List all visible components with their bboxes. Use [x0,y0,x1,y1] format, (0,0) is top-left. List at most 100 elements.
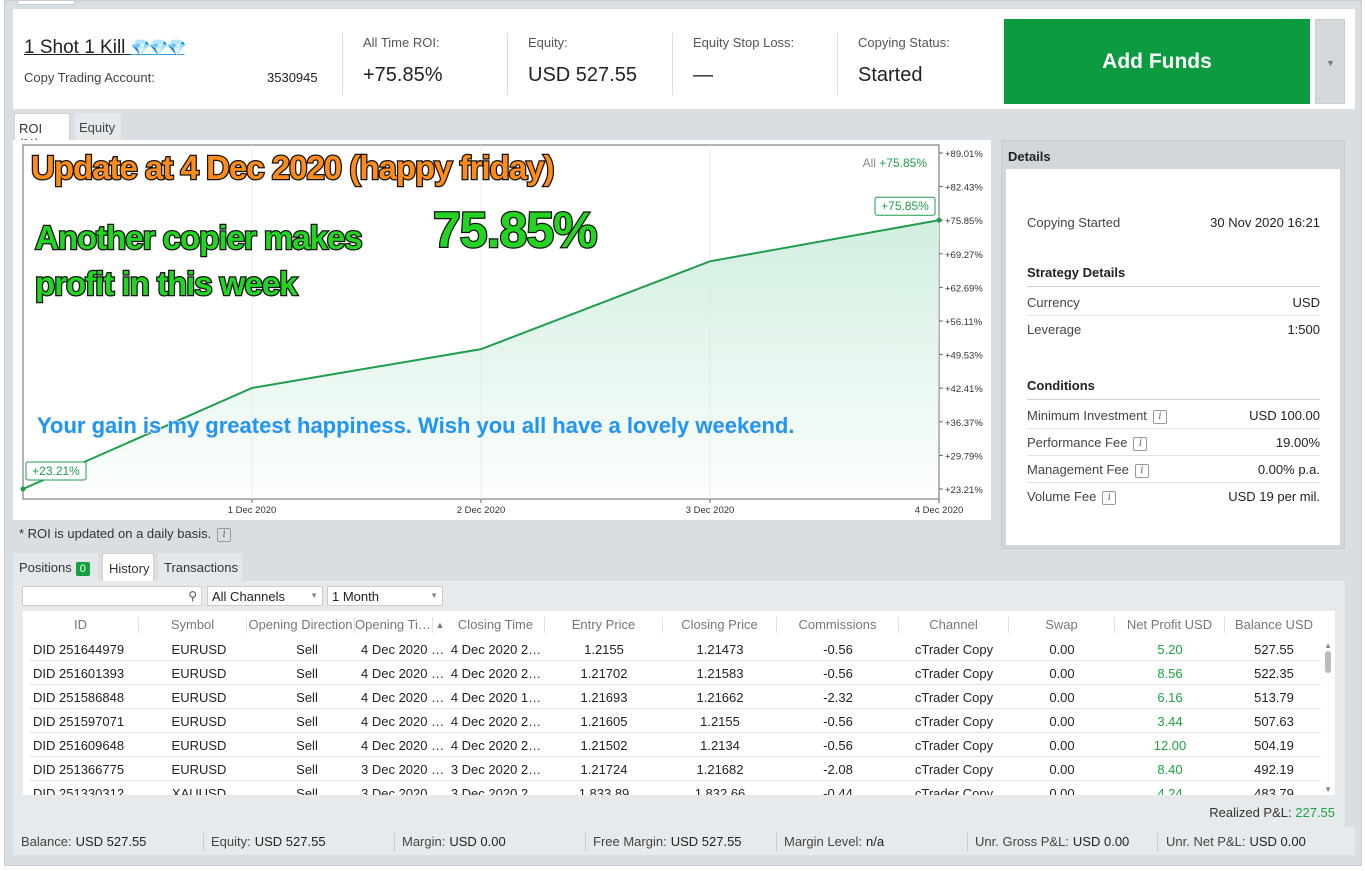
add-funds-button[interactable]: Add Funds [1004,19,1310,104]
footer-free-margin: Free Margin: USD 527.55 [593,834,742,849]
cell-symbol: XAUUSD [171,786,227,795]
conditions-heading: Conditions [1027,378,1320,400]
cell-channel: cTrader Copy [914,642,994,657]
cell-entry-price: 1.21724 [580,762,628,777]
stat-stop-loss-value: — [693,64,713,86]
chevron-down-icon: ▼ [430,591,438,600]
table-row[interactable]: DID 251597071 EURUSD Sell 4 Dec 2020 1… 4 De… [29,709,1321,733]
info-icon[interactable]: i [1152,409,1167,424]
add-funds-dropdown[interactable]: ▼ [1315,19,1345,104]
search-input[interactable]: ⚲ [22,586,202,606]
table-row[interactable]: DID 251601393 EURUSD Sell 4 Dec 2020 2… 4 De… [29,661,1321,685]
col-commissions[interactable]: Commissions [777,617,899,633]
cell-swap: 0.00 [1049,738,1075,753]
scroll-down-icon[interactable]: ▼ [1324,785,1332,794]
col-swap[interactable]: Swap [1009,617,1115,633]
table-scrollbar[interactable] [1325,641,1331,791]
footer-balance: Balance: USD 527.55 [21,834,146,849]
cell-balance: 527.55 [1254,642,1294,657]
detail-min-investment: Minimum Investment i USD 100.00 [1027,402,1320,429]
cell-symbol: EURUSD [171,714,227,729]
cell-net-profit: 4.24 [1157,786,1183,795]
cell-balance: 513.79 [1254,690,1294,705]
col-channel[interactable]: Channel [899,617,1009,633]
detail-label: Copying Started [1027,215,1121,230]
footer-label: Unr. Gross P&L: [975,834,1069,849]
col-entry-price[interactable]: Entry Price [545,617,663,633]
cell-swap: 0.00 [1049,690,1075,705]
detail-value: 19.00% [1275,435,1320,450]
col-closing-time[interactable]: Closing Time [447,617,545,633]
detail-label: Management Fee [1027,462,1129,477]
footer-value: USD 527.55 [75,834,147,849]
realized-pnl-label: Realized P&L: [1209,805,1292,820]
cell-symbol: EURUSD [171,666,227,681]
details-title: Details [1008,149,1051,164]
copy-trading-window: 1 Shot 1 Kill 💎💎💎 Copy Trading Account: … [4,0,1362,866]
footer-divider [394,833,395,851]
tab-positions-label: Positions [19,560,72,575]
col-id[interactable]: ID [23,617,139,633]
tab-roi[interactable]: ROI (%) [14,113,70,151]
y-tick-label: +75.85% [945,216,983,227]
overlay-profit-text: profit in this week [34,264,299,304]
col-net-profit[interactable]: Net Profit USD [1115,617,1225,633]
cell-swap: 0.00 [1049,786,1075,795]
footer-unr-gross: Unr. Gross P&L: USD 0.00 [975,834,1129,849]
top-tab-stub[interactable] [17,1,75,5]
table-row[interactable]: DID 251644979 EURUSD Sell 4 Dec 2020 2… 4 De… [29,637,1321,661]
footer-margin-level: Margin Level: n/a [784,834,884,849]
cell-direction: Sell [296,738,318,753]
cell-entry-price: 1.21702 [580,666,628,681]
footer-label: Unr. Net P&L: [1166,834,1246,849]
account-number: 3530945 [267,70,318,85]
tab-transactions[interactable]: Transactions [158,553,242,581]
account-name[interactable]: 1 Shot 1 Kill [24,37,125,58]
col-opening-time[interactable]: Opening Time [355,617,433,633]
cell-commissions: -2.32 [823,690,853,705]
col-opening-direction[interactable]: Opening Direction [247,617,355,633]
overlay-big-percent: 75.85% [432,201,599,260]
tab-history[interactable]: History [102,553,154,581]
info-icon[interactable]: i [1134,463,1149,478]
history-table: ID Symbol Opening Direction Opening Time… [23,611,1335,795]
details-panel: Details Copying Started 30 Nov 2020 16:21… [1001,140,1345,549]
cell-direction: Sell [296,666,318,681]
cell-id: DID 251601393 [33,666,125,681]
tab-equity[interactable]: Equity [75,113,121,140]
table-row[interactable]: DID 251609648 EURUSD Sell 4 Dec 2020 1… 4 De… [29,733,1321,757]
channel-select[interactable]: All Channels ▼ [207,586,323,606]
cell-channel: cTrader Copy [914,738,994,753]
cell-opening-time: 3 Dec 2020 2… [361,786,447,795]
cell-opening-time: 3 Dec 2020 2… [361,762,447,777]
cell-direction: Sell [296,690,318,705]
info-icon[interactable]: i [217,527,232,542]
cell-id: DID 251644979 [33,642,125,657]
cell-balance: 492.19 [1254,762,1294,777]
col-symbol[interactable]: Symbol [139,617,247,633]
info-icon[interactable]: i [1102,490,1117,505]
cell-opening-time: 4 Dec 2020 1… [361,738,447,753]
period-select[interactable]: 1 Month ▼ [327,586,443,606]
tab-positions[interactable]: Positions 0 [13,553,98,581]
info-icon[interactable]: i [1133,436,1148,451]
cell-swap: 0.00 [1049,714,1075,729]
detail-copying-started: Copying Started 30 Nov 2020 16:21 [1027,209,1320,236]
col-closing-price[interactable]: Closing Price [663,617,777,633]
detail-value: 30 Nov 2020 16:21 [1210,215,1320,230]
scrollbar-thumb[interactable] [1325,651,1331,673]
table-row[interactable]: DID 251366775 EURUSD Sell 3 Dec 2020 2… 3 De… [29,757,1321,781]
account-name-link[interactable]: 1 Shot 1 Kill 💎💎💎 [24,37,186,59]
detail-value: 1:500 [1287,322,1320,337]
cell-channel: cTrader Copy [914,786,994,795]
x-tick-label: 1 Dec 2020 [228,505,277,516]
sort-asc-icon[interactable]: ▲ [433,620,447,636]
cell-opening-time: 4 Dec 2020 1… [361,714,447,729]
cell-balance: 504.19 [1254,738,1294,753]
table-row[interactable]: DID 251586848 EURUSD Sell 4 Dec 2020 1… 4 De… [29,685,1321,709]
table-row[interactable]: DID 251330312 XAUUSD Sell 3 Dec 2020 2… 3 De… [29,781,1321,795]
cell-closing-time: 3 Dec 2020 2… [450,786,542,795]
col-balance[interactable]: Balance USD [1225,617,1323,633]
y-tick-label: +69.27% [945,250,983,261]
stat-roi-value: +75.85% [363,64,443,86]
